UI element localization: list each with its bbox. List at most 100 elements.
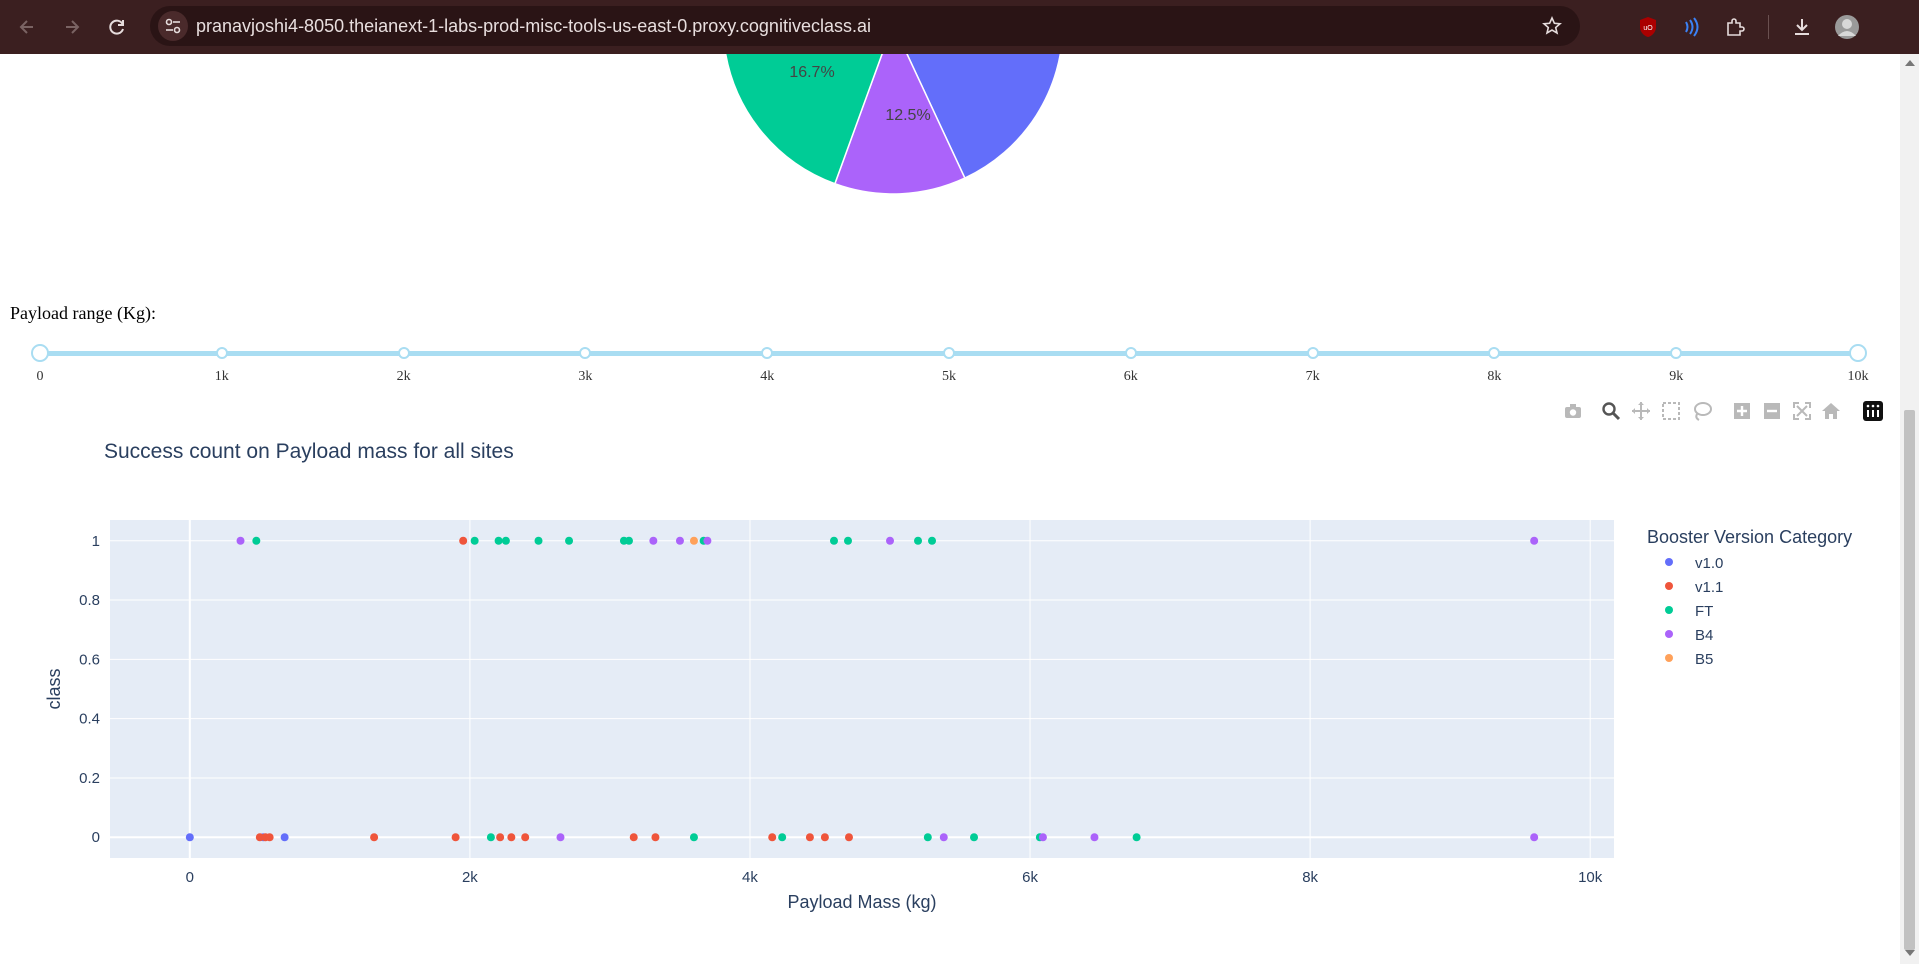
bookmark-star-icon[interactable] [1538, 12, 1566, 40]
data-point-ft[interactable] [252, 536, 261, 545]
autoscale-icon[interactable] [1789, 398, 1815, 424]
slider-mark-label: 0 [36, 369, 44, 384]
data-point-v11[interactable] [844, 833, 853, 842]
legend-item-v10[interactable]: v1.0 [1695, 555, 1723, 572]
data-point-ft[interactable] [843, 536, 852, 545]
legend-marker-ft[interactable] [1665, 606, 1673, 614]
data-point-v11[interactable] [459, 536, 468, 545]
downloads-icon[interactable] [1786, 11, 1818, 43]
back-icon[interactable] [10, 10, 44, 44]
extension-icon[interactable] [1675, 11, 1707, 43]
slider-step-dot[interactable] [943, 347, 955, 359]
slider-handle-min[interactable] [31, 344, 49, 362]
slider-label: Payload range (Kg): [10, 303, 156, 323]
data-point-ft[interactable] [494, 536, 503, 545]
legend-title: Booster Version Category [1647, 527, 1852, 547]
data-point-v10[interactable] [185, 833, 194, 842]
slider-step-dot[interactable] [579, 347, 592, 359]
slider-step-dot[interactable] [1306, 347, 1319, 359]
reload-icon[interactable] [100, 10, 134, 44]
data-point-ft[interactable] [534, 536, 543, 545]
reset-axes-icon[interactable] [1818, 398, 1844, 424]
address-bar[interactable]: pranavjoshi4-8050.theianext-1-labs-prod-… [150, 6, 1580, 46]
data-point-ft[interactable] [778, 833, 787, 842]
data-point-b4[interactable] [556, 833, 565, 842]
data-point-ft[interactable] [970, 833, 979, 842]
zoom-in-icon[interactable] [1729, 398, 1755, 424]
y-tick-label: 0.8 [79, 592, 100, 609]
pie-label-b4: 12.5% [885, 107, 930, 124]
slider-mark-label: 3k [578, 369, 593, 384]
extensions-puzzle-icon[interactable] [1719, 11, 1751, 43]
slider-step-dot[interactable] [761, 347, 774, 359]
data-point-v11[interactable] [265, 833, 274, 842]
legend-marker-b5[interactable] [1665, 654, 1673, 662]
legend-marker-v11[interactable] [1665, 582, 1673, 590]
data-point-b4[interactable] [236, 536, 245, 545]
x-axis-title: Payload Mass (kg) [787, 892, 936, 912]
data-point-b4[interactable] [1090, 833, 1099, 842]
data-point-ft[interactable] [470, 536, 479, 545]
data-point-ft[interactable] [928, 536, 937, 545]
scroll-up-arrow[interactable] [1905, 60, 1915, 66]
data-point-v11[interactable] [496, 833, 505, 842]
data-point-b4[interactable] [1530, 833, 1539, 842]
scroll-down-arrow[interactable] [1905, 950, 1915, 956]
data-point-v11[interactable] [820, 833, 829, 842]
profile-avatar[interactable] [1831, 11, 1863, 43]
data-point-b4[interactable] [649, 536, 658, 545]
pan-icon[interactable] [1628, 398, 1654, 424]
box-select-icon[interactable] [1658, 398, 1684, 424]
legend-marker-b4[interactable] [1665, 630, 1673, 638]
slider-step-dot[interactable] [215, 347, 228, 359]
data-point-v11[interactable] [507, 833, 516, 842]
lasso-icon[interactable] [1689, 398, 1715, 424]
data-point-ft[interactable] [486, 833, 495, 842]
x-tick-label: 0 [186, 869, 194, 886]
data-point-b4[interactable] [886, 536, 895, 545]
data-point-ft[interactable] [829, 536, 838, 545]
data-point-v11[interactable] [768, 833, 777, 842]
data-point-ft[interactable] [689, 833, 698, 842]
data-point-ft[interactable] [1132, 833, 1141, 842]
data-point-b5[interactable] [689, 536, 698, 545]
legend-item-b4[interactable]: B4 [1695, 627, 1713, 644]
data-point-v11[interactable] [521, 833, 530, 842]
ublock-icon[interactable]: uO [1632, 11, 1664, 43]
data-point-v11[interactable] [629, 833, 638, 842]
data-point-b4[interactable] [939, 833, 948, 842]
data-point-b4[interactable] [675, 536, 684, 545]
pie-chart: 16.7% 12.5% [724, 54, 1062, 195]
data-point-ft[interactable] [914, 536, 923, 545]
site-settings-icon[interactable] [158, 11, 188, 41]
data-point-v11[interactable] [451, 833, 460, 842]
scroll-thumb[interactable] [1904, 410, 1915, 950]
data-point-v11[interactable] [370, 833, 379, 842]
legend-item-v11[interactable]: v1.1 [1695, 579, 1723, 596]
data-point-b4[interactable] [1530, 536, 1539, 545]
camera-icon[interactable] [1560, 398, 1586, 424]
data-point-ft[interactable] [565, 536, 574, 545]
slider-step-dot[interactable] [1124, 347, 1137, 359]
zoom-out-icon[interactable] [1759, 398, 1785, 424]
data-point-ft[interactable] [624, 536, 633, 545]
data-point-v11[interactable] [651, 833, 660, 842]
forward-icon[interactable] [55, 10, 89, 44]
data-point-v11[interactable] [805, 833, 814, 842]
data-point-b4[interactable] [1038, 833, 1047, 842]
slider-step-dot[interactable] [1488, 347, 1501, 359]
slider-handle-max[interactable] [1849, 344, 1867, 362]
slider-step-dot[interactable] [1670, 347, 1683, 359]
plotly-logo-icon[interactable] [1860, 398, 1886, 424]
page-scrollbar[interactable] [1900, 54, 1919, 964]
data-point-b4[interactable] [703, 536, 712, 545]
data-point-v10[interactable] [280, 833, 289, 842]
zoom-icon[interactable] [1598, 398, 1624, 424]
legend-marker-v10[interactable] [1665, 558, 1673, 566]
data-point-ft[interactable] [923, 833, 932, 842]
slider-step-dot[interactable] [397, 347, 410, 359]
legend-item-ft[interactable]: FT [1695, 603, 1713, 620]
data-point-ft[interactable] [501, 536, 510, 545]
legend-item-b5[interactable]: B5 [1695, 651, 1713, 668]
plot-area[interactable] [110, 520, 1614, 858]
